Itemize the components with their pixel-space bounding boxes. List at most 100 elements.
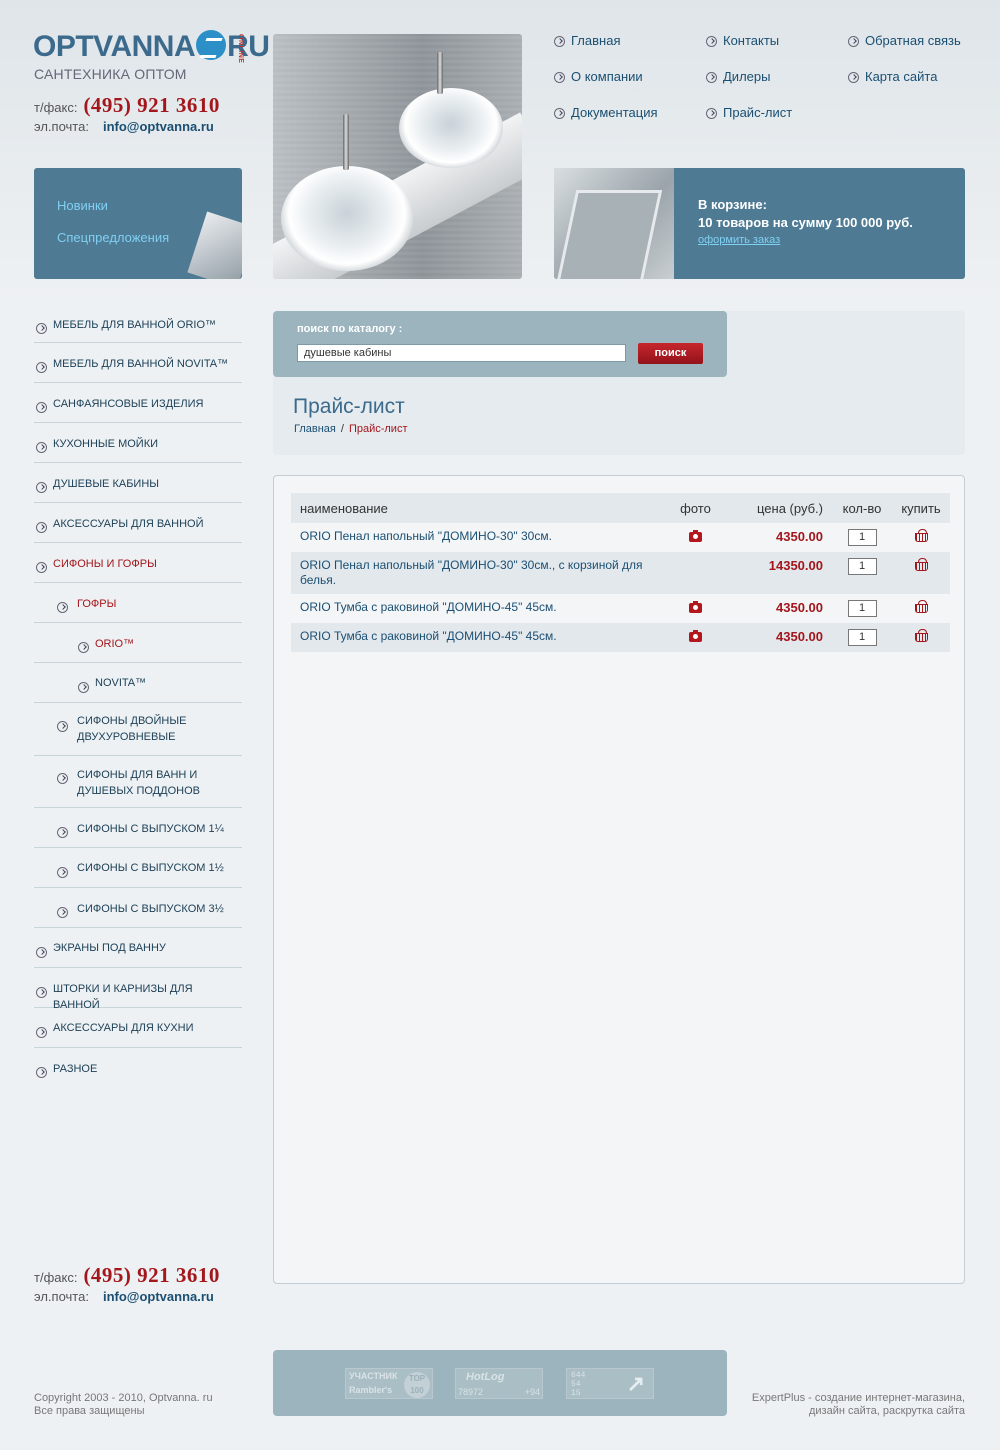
col-qty-header: кол-во xyxy=(832,493,892,523)
sidebar-item-active[interactable]: СИФОНЫ И ГОФРЫ xyxy=(34,543,242,583)
nav-dealers[interactable]: Дилеры xyxy=(706,69,770,84)
table-row: ORIO Пенал напольный "ДОМИНО-30" 30см. 4… xyxy=(291,523,950,552)
checkout-link[interactable]: оформить заказ xyxy=(698,234,780,246)
logo-swirl-icon xyxy=(196,30,227,60)
email-link[interactable]: info@optvanna.ru xyxy=(103,119,214,134)
promo-decoration-image xyxy=(187,211,242,279)
nav-feedback[interactable]: Обратная связь xyxy=(848,33,961,48)
col-price-header: цена (руб.) xyxy=(722,493,832,523)
sidebar-item[interactable]: ЭКРАНЫ ПОД ВАННУ xyxy=(34,928,242,968)
product-price: 4350.00 xyxy=(722,623,832,652)
breadcrumb-current: Прайс-лист xyxy=(348,423,408,435)
table-row: ORIO Тумба с раковиной "ДОМИНО-45" 45см.… xyxy=(291,594,950,623)
sidebar-subitem-active[interactable]: ГОФРЫ xyxy=(34,583,242,623)
product-link[interactable]: ORIO Пенал напольный "ДОМИНО-30" 30см. xyxy=(300,529,552,543)
cart-sink-image xyxy=(554,168,674,279)
phone-number: (495) 921 3610 xyxy=(83,93,220,117)
sidebar-subitem[interactable]: СИФОНЫ ДЛЯ ВАНН И ДУШЕВЫХ ПОДДОНОВ xyxy=(34,756,242,808)
basket-icon[interactable] xyxy=(914,529,928,542)
cart-summary: 10 товаров на сумму 100 000 руб. xyxy=(698,215,913,230)
sidebar-subsubitem-active[interactable]: ORIO™ xyxy=(34,623,242,663)
quantity-field[interactable]: 1 xyxy=(847,629,877,646)
site-logo[interactable]: OPTVANNA RU ONLINE xyxy=(33,30,270,64)
footer-phone: т/факс: (495) 921 3610 xyxy=(34,1263,220,1288)
basket-icon[interactable] xyxy=(914,600,928,613)
product-price: 14350.00 xyxy=(722,552,832,594)
sidebar-catalog: МЕБЕЛЬ ДЛЯ ВАННОЙ ORIO™ МЕБЕЛЬ ДЛЯ ВАННО… xyxy=(34,305,242,1088)
hotlog-counter[interactable]: HotLog 78972 +94 xyxy=(455,1368,543,1399)
product-link[interactable]: ORIO Пенал напольный "ДОМИНО-30" 30см., … xyxy=(300,558,643,587)
nav-documentation[interactable]: Документация xyxy=(554,105,658,120)
sidebar-item[interactable]: МЕБЕЛЬ ДЛЯ ВАННОЙ NOVITA™ xyxy=(34,343,242,383)
nav-pricelist[interactable]: Прайс-лист xyxy=(706,105,792,120)
search-label: поиск по каталогу : xyxy=(297,323,403,335)
col-buy-header: купить xyxy=(892,493,950,523)
basket-icon[interactable] xyxy=(914,558,928,571)
nav-sitemap[interactable]: Карта сайта xyxy=(848,69,937,84)
phone-label: т/факс: xyxy=(34,100,78,115)
phone-label: т/факс: xyxy=(34,1270,78,1285)
sidebar-item[interactable]: АКСЕССУАРЫ ДЛЯ КУХНИ xyxy=(34,1008,242,1048)
copyright: Copyright 2003 - 2010, Optvanna. ru Все … xyxy=(34,1392,213,1417)
phone-number: (495) 921 3610 xyxy=(83,1263,220,1287)
table-row: ORIO Пенал напольный "ДОМИНО-30" 30см., … xyxy=(291,552,950,594)
table-header-row: наименование фото цена (руб.) кол-во куп… xyxy=(291,493,950,523)
camera-icon[interactable] xyxy=(689,601,702,613)
sidebar-item[interactable]: АКСЕССУАРЫ ДЛЯ ВАННОЙ xyxy=(34,503,242,543)
page-title: Прайс-лист xyxy=(293,395,405,418)
logo-text-left: OPTVANNA xyxy=(33,30,196,63)
sidebar-item[interactable]: РАЗНОЕ xyxy=(34,1048,242,1088)
product-link[interactable]: ORIO Тумба с раковиной "ДОМИНО-45" 45см. xyxy=(300,629,557,643)
promo-box: Новинки Спецпредложения xyxy=(34,168,242,279)
table-row: ORIO Тумба с раковиной "ДОМИНО-45" 45см.… xyxy=(291,623,950,652)
tagline: САНТЕХНИКА ОПТОМ xyxy=(34,66,187,82)
breadcrumb-home[interactable]: Главная xyxy=(294,423,336,435)
product-price: 4350.00 xyxy=(722,523,832,552)
sidebar-item[interactable]: КУХОННЫЕ МОЙКИ xyxy=(34,423,242,463)
camera-icon[interactable] xyxy=(689,530,702,542)
quantity-field[interactable]: 1 xyxy=(847,558,877,575)
nav-about[interactable]: О компании xyxy=(554,69,643,84)
sidebar-item[interactable]: МЕБЕЛЬ ДЛЯ ВАННОЙ ORIO™ xyxy=(34,305,242,343)
breadcrumb-separator: / xyxy=(340,423,344,435)
col-photo-header: фото xyxy=(669,493,722,523)
product-price: 4350.00 xyxy=(722,594,832,623)
sidebar-subitem[interactable]: СИФОНЫ С ВЫПУСКОМ 3½ xyxy=(34,888,242,928)
promo-new-link[interactable]: Новинки xyxy=(57,198,108,213)
developer-credit[interactable]: ExpertPlus - создание интернет-магазина,… xyxy=(700,1392,965,1418)
footer-email: эл.почта: info@optvanna.ru xyxy=(34,1289,214,1304)
email-label: эл.почта: xyxy=(34,119,89,134)
sidebar-item[interactable]: ДУШЕВЫЕ КАБИНЫ xyxy=(34,463,242,503)
promo-special-link[interactable]: Спецпредложения xyxy=(57,230,169,245)
quantity-field[interactable]: 1 xyxy=(847,600,877,617)
cart-box: В корзине: 10 товаров на сумму 100 000 р… xyxy=(554,168,965,279)
price-table: наименование фото цена (руб.) кол-во куп… xyxy=(291,493,950,652)
rambler-counter[interactable]: УЧАСТНИК Rambler's TOP 100 xyxy=(345,1368,433,1399)
search-button[interactable]: поиск xyxy=(638,343,703,364)
price-table-panel: наименование фото цена (руб.) кол-во куп… xyxy=(273,475,965,1284)
col-name-header: наименование xyxy=(291,493,669,523)
header-email: эл.почта: info@optvanna.ru xyxy=(34,119,214,134)
nav-home[interactable]: Главная xyxy=(554,33,620,48)
nav-contacts[interactable]: Контакты xyxy=(706,33,779,48)
sidebar-item[interactable]: ШТОРКИ И КАРНИЗЫ ДЛЯ ВАННОЙ xyxy=(34,968,242,1011)
product-link[interactable]: ORIO Тумба с раковиной "ДОМИНО-45" 45см. xyxy=(300,600,557,614)
email-link[interactable]: info@optvanna.ru xyxy=(103,1289,214,1304)
sidebar-item[interactable]: САНФАЯНСОВЫЕ ИЗДЕЛИЯ xyxy=(34,383,242,423)
hero-image xyxy=(273,34,522,279)
sidebar-subitem[interactable]: СИФОНЫ С ВЫПУСКОМ 1½ xyxy=(34,848,242,888)
basket-icon[interactable] xyxy=(914,629,928,642)
footer-counters: УЧАСТНИК Rambler's TOP 100 HotLog 78972 … xyxy=(273,1350,727,1416)
liveinternet-counter[interactable]: 644 54 15 ↗ xyxy=(566,1368,654,1399)
search-input[interactable]: душевые кабины xyxy=(297,344,626,362)
logo-online-label: ONLINE xyxy=(237,34,244,64)
quantity-field[interactable]: 1 xyxy=(847,529,877,546)
sidebar-subitem[interactable]: СИФОНЫ С ВЫПУСКОМ 1¼ xyxy=(34,808,242,848)
email-label: эл.почта: xyxy=(34,1289,89,1304)
camera-icon[interactable] xyxy=(689,630,702,642)
breadcrumb: Главная / Прайс-лист xyxy=(294,423,408,435)
sidebar-subitem[interactable]: СИФОНЫ ДВОЙНЫЕ ДВУХУРОВНЕВЫЕ xyxy=(34,703,242,756)
arrow-icon: ↗ xyxy=(626,1371,645,1396)
sidebar-subsubitem[interactable]: NOVITA™ xyxy=(34,663,242,703)
header-phone: т/факс: (495) 921 3610 xyxy=(34,93,220,118)
